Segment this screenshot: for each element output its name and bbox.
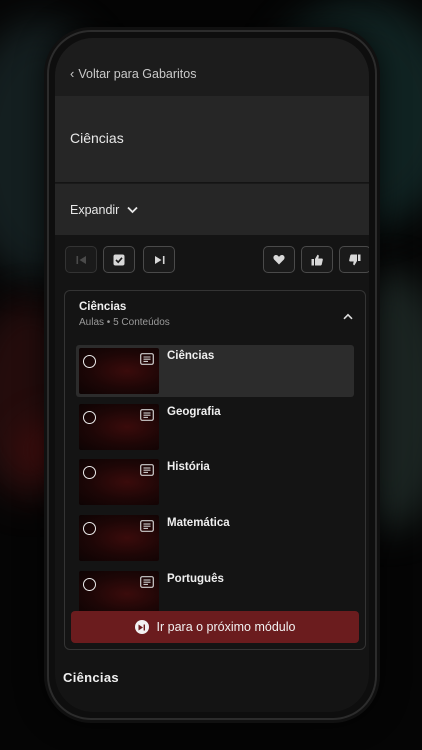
- lesson-item[interactable]: Geografia: [76, 401, 354, 453]
- document-icon: [140, 464, 154, 476]
- dislike-button[interactable]: [339, 246, 369, 273]
- heart-icon: [273, 255, 285, 265]
- lesson-name: Português: [167, 573, 224, 585]
- lesson-name: Matemática: [167, 517, 230, 529]
- thumbs-up-icon: [311, 254, 323, 265]
- favorite-button[interactable]: [263, 246, 295, 273]
- lesson-status-radio[interactable]: [83, 355, 96, 368]
- skip-next-circle-icon: [134, 620, 149, 634]
- next-lesson-button[interactable]: [143, 246, 175, 273]
- document-icon: [140, 520, 154, 532]
- expand-label: Expandir: [70, 203, 120, 217]
- lesson-controls: [55, 246, 369, 278]
- lesson-name: História: [167, 461, 210, 473]
- expand-bar: Expandir: [55, 183, 369, 235]
- skip-next-icon: [154, 255, 164, 264]
- lesson-status-radio[interactable]: [83, 466, 96, 479]
- phone-frame: ‹ Voltar para Gabaritos Ciências Expandi…: [47, 30, 377, 720]
- next-module-label: Ir para o próximo módulo: [156, 620, 296, 634]
- skip-previous-icon: [76, 255, 86, 264]
- like-button[interactable]: [301, 246, 333, 273]
- page-title-bar: Ciências: [55, 96, 369, 182]
- chevron-left-icon: ‹: [70, 66, 75, 81]
- chevron-down-icon: [127, 206, 138, 214]
- module-subtitle: Aulas • 5 Conteúdos: [79, 317, 170, 328]
- lesson-item[interactable]: Matemática: [76, 512, 354, 564]
- mark-complete-button[interactable]: [103, 246, 135, 273]
- lesson-item[interactable]: Ciências: [76, 345, 354, 397]
- lesson-name: Geografia: [167, 406, 221, 418]
- lesson-item[interactable]: História: [76, 456, 354, 508]
- module-panel: Ciências Aulas • 5 Conteúdos Ciências Ge…: [64, 290, 366, 650]
- next-module-button[interactable]: Ir para o próximo módulo: [71, 611, 359, 643]
- document-icon: [140, 409, 154, 421]
- lesson-status-radio[interactable]: [83, 578, 96, 591]
- thumbs-down-icon: [349, 254, 361, 265]
- page-title: Ciências: [70, 130, 124, 146]
- back-link[interactable]: ‹ Voltar para Gabaritos: [70, 66, 196, 81]
- previous-lesson-button[interactable]: [65, 246, 97, 273]
- collapse-module-button[interactable]: [343, 305, 353, 324]
- back-label: Voltar para Gabaritos: [78, 66, 197, 81]
- expand-button[interactable]: Expandir: [70, 203, 138, 217]
- lesson-name: Ciências: [167, 350, 215, 362]
- top-bar: ‹ Voltar para Gabaritos: [55, 38, 369, 96]
- module-title: Ciências: [79, 301, 127, 313]
- section-title: Ciências: [63, 670, 119, 685]
- document-icon: [140, 576, 154, 588]
- chevron-up-icon: [343, 313, 353, 320]
- lesson-status-radio[interactable]: [83, 411, 96, 424]
- document-icon: [140, 353, 154, 365]
- lesson-status-radio[interactable]: [83, 522, 96, 535]
- app-screen: ‹ Voltar para Gabaritos Ciências Expandi…: [55, 38, 369, 712]
- checkbox-icon: [113, 254, 125, 265]
